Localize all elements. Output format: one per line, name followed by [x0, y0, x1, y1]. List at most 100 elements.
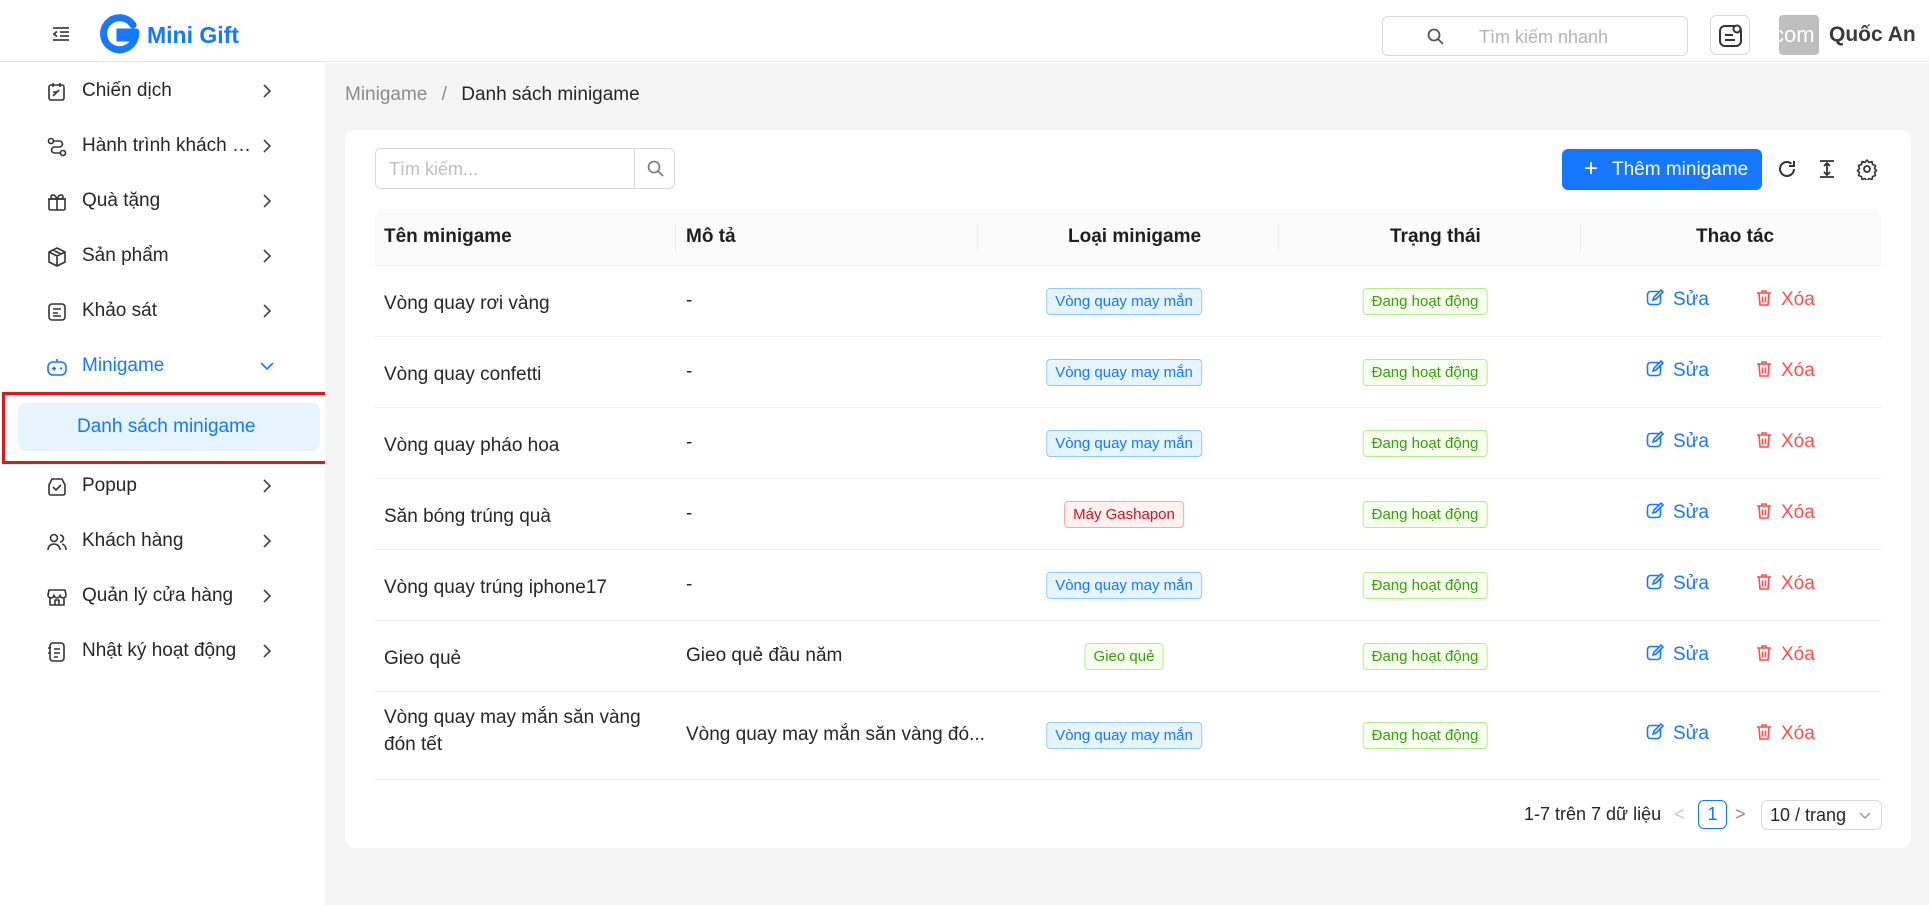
logo-icon	[100, 14, 140, 54]
sidebar-item-products[interactable]: Sản phẩm	[0, 229, 325, 284]
popup-icon	[48, 478, 66, 496]
delete-button[interactable]: Xóa	[1756, 644, 1815, 666]
column-divider	[675, 224, 676, 252]
sidebar-item-surveys[interactable]: Khảo sát	[0, 284, 325, 339]
sidebar-item-activity-log[interactable]: Nhật ký hoạt động	[0, 624, 325, 679]
edit-label: Sửa	[1673, 643, 1709, 665]
trash-icon	[1757, 724, 1771, 740]
status-tag: Đang hoạt động	[1362, 500, 1488, 528]
edit-button[interactable]: Sửa	[1646, 572, 1709, 595]
edit-icon	[1646, 430, 1665, 447]
avatar[interactable]: com	[1779, 15, 1819, 55]
sidebar-item-label: Hành trình khách hàng	[82, 135, 257, 156]
sidebar-item-campaigns[interactable]: Chiến dịch	[0, 64, 325, 119]
edit-label: Sửa	[1673, 430, 1709, 452]
quick-search-placeholder: Tìm kiếm nhanh	[1479, 27, 1609, 47]
menu-fold-icon[interactable]	[52, 27, 70, 41]
sidebar-item-store-management[interactable]: Quản lý cửa hàng	[0, 569, 325, 624]
minigame-description: -	[686, 573, 693, 595]
edit-button[interactable]: Sửa	[1646, 288, 1709, 311]
store-icon	[47, 589, 67, 606]
status-tag: Đang hoạt động	[1362, 722, 1488, 749]
delete-button[interactable]: Xóa	[1756, 502, 1815, 524]
minigame-type-tag: Vòng quay may mắn	[1046, 358, 1202, 386]
plus-icon: +	[1584, 155, 1599, 182]
chevron-right-icon	[263, 249, 272, 263]
delete-label: Xóa	[1781, 572, 1815, 594]
minigame-name: Săn bóng trúng quà	[384, 505, 551, 527]
table-search-placeholder: Tìm kiếm...	[389, 159, 478, 179]
settings-gear-icon[interactable]	[1856, 158, 1878, 180]
minigame-description: Gieo quẻ đầu năm	[686, 644, 843, 666]
status-tag: Đang hoạt động	[1362, 287, 1488, 315]
chevron-right-icon	[263, 194, 272, 208]
delete-button[interactable]: Xóa	[1756, 573, 1815, 595]
edit-button[interactable]: Sửa	[1646, 643, 1709, 666]
notification-button[interactable]	[1710, 15, 1750, 55]
users-icon	[47, 533, 67, 551]
column-divider	[977, 224, 978, 252]
sidebar-item-minigame[interactable]: Minigame	[0, 339, 325, 394]
reload-icon[interactable]	[1776, 158, 1798, 180]
chevron-right-icon	[263, 534, 272, 548]
edit-icon	[1646, 501, 1665, 518]
table-search-input[interactable]: Tìm kiếm...	[375, 148, 675, 189]
page-size-select[interactable]: 10 / trang	[1761, 800, 1882, 830]
delete-button[interactable]: Xóa	[1756, 723, 1815, 745]
quick-search-input[interactable]: Tìm kiếm nhanh	[1382, 16, 1688, 56]
minigame-description: -	[686, 289, 693, 311]
column-header-name: Tên minigame	[384, 226, 512, 247]
column-divider	[1580, 224, 1581, 252]
sidebar-item-label: Popup	[82, 475, 137, 496]
gift-icon	[48, 194, 66, 211]
highlight-box	[2, 392, 331, 464]
column-header-type: Loại minigame	[1068, 226, 1202, 247]
calendar-edit-icon	[48, 83, 65, 101]
add-minigame-label: Thêm minigame	[1612, 159, 1749, 180]
delete-label: Xóa	[1781, 723, 1815, 744]
pagination-page-1[interactable]: 1	[1698, 800, 1727, 829]
add-minigame-button[interactable]: + Thêm minigame	[1562, 149, 1762, 190]
breadcrumb-parent[interactable]: Minigame	[345, 84, 427, 105]
pagination-prev-button[interactable]: <	[1674, 804, 1685, 825]
page-size-value: 10 / trang	[1770, 805, 1847, 825]
delete-button[interactable]: Xóa	[1756, 289, 1815, 311]
edit-label: Sửa	[1673, 723, 1709, 744]
delete-button[interactable]: Xóa	[1756, 360, 1815, 382]
table-search-button[interactable]	[634, 149, 674, 188]
minigame-type-tag: Vòng quay may mắn	[1046, 571, 1202, 599]
sidebar-item-gifts[interactable]: Quà tặng	[0, 174, 325, 229]
edit-button[interactable]: Sửa	[1646, 722, 1709, 745]
pagination-next-button[interactable]: >	[1735, 804, 1746, 825]
minigame-type-tag: Gieo quẻ	[1084, 642, 1164, 670]
sidebar-item-customer-journey[interactable]: Hành trình khách hàng	[0, 119, 325, 174]
edit-label: Sửa	[1673, 288, 1709, 310]
trash-icon	[1757, 573, 1771, 590]
edit-button[interactable]: Sửa	[1646, 359, 1709, 382]
table-row: Vòng quay may mắn săn vàng đón tết Vòng q…	[375, 692, 1881, 780]
edit-button[interactable]: Sửa	[1646, 501, 1709, 524]
sidebar-item-customers[interactable]: Khách hàng	[0, 514, 325, 569]
edit-icon	[1646, 722, 1665, 740]
chevron-down-icon	[1859, 812, 1871, 819]
sidebar-item-popup[interactable]: Popup	[0, 459, 325, 514]
chevron-right-icon	[263, 304, 272, 318]
sidebar-item-label: Quản lý cửa hàng	[82, 585, 234, 606]
table-row: Gieo quẻ Gieo quẻ đầu năm Gieo quẻ Đang hoạ…	[375, 621, 1881, 692]
edit-label: Sửa	[1673, 501, 1709, 523]
minigame-name: Vòng quay may mắn săn vàng đón tết	[384, 707, 641, 755]
minigame-description: -	[686, 360, 693, 382]
status-tag: Đang hoạt động	[1362, 571, 1488, 599]
column-height-icon[interactable]	[1816, 158, 1838, 180]
edit-icon	[1646, 359, 1665, 376]
sidebar-item-label: Minigame	[82, 355, 165, 376]
user-name[interactable]: Quốc An	[1829, 23, 1916, 47]
table-row: Vòng quay trúng iphone17 - Vòng quay may m…	[375, 550, 1881, 621]
edit-button[interactable]: Sửa	[1646, 430, 1709, 453]
sidebar-item-label: Chiến dịch	[82, 80, 172, 101]
chevron-right-icon	[263, 644, 272, 658]
delete-button[interactable]: Xóa	[1756, 431, 1815, 453]
chevron-right-icon	[263, 84, 272, 98]
breadcrumb-separator: /	[441, 84, 447, 105]
edit-icon	[1646, 572, 1665, 589]
